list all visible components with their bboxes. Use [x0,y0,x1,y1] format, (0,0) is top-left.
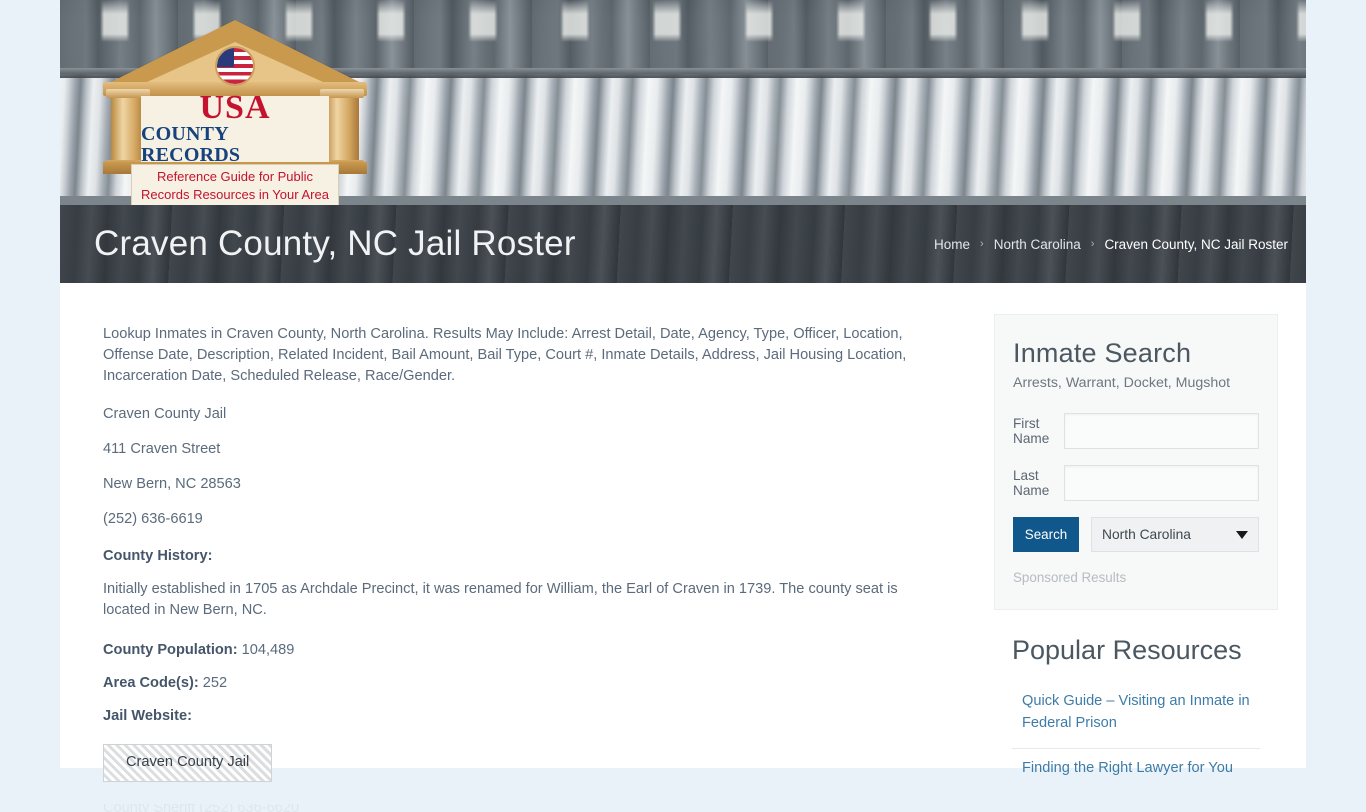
logo-column-left [106,89,150,168]
last-name-label: Last Name [1013,468,1050,498]
county-history-label: County History: [103,546,936,567]
first-name-input[interactable] [1064,413,1259,449]
logo-tagline-line1: Reference Guide for Public [156,169,314,185]
logo-title-usa: USA [199,88,271,126]
page-title-bar: Craven County, NC Jail Roster Home › Nor… [60,205,1306,283]
search-button[interactable]: Search [1013,517,1079,552]
list-item[interactable]: Quick Guide – Visiting an Inmate in Fede… [1012,682,1260,749]
search-action-row: Search North Carolina [1013,517,1259,552]
county-history-label-text: County History: [103,548,213,564]
sidebar: Inmate Search Arrests, Warrant, Docket, … [980,283,1306,776]
logo-column-right [320,89,364,168]
logo-nameplate: USA COUNTY RECORDS [141,90,329,166]
jail-website-button[interactable]: Craven County Jail [103,744,273,782]
cut-off-next-row: County Sheriff (252) 636-6620 [103,804,300,812]
inmate-search-widget: Inmate Search Arrests, Warrant, Docket, … [994,314,1278,610]
first-name-row: First Name [1013,413,1259,449]
facility-street-address: 411 Craven Street [103,441,221,457]
breadcrumb-home-link[interactable]: Home [934,237,970,252]
logo-title-county-records: COUNTY RECORDS [141,123,241,167]
last-name-input[interactable] [1064,465,1259,501]
jail-website-label: Jail Website: [103,706,936,727]
area-code-label: Area Code(s): [103,675,199,691]
breadcrumb-separator-icon: › [980,238,984,250]
site-header-banner: USA COUNTY RECORDS Reference Guide for P… [60,0,1306,205]
main-column: Lookup Inmates in Craven County, North C… [60,283,980,812]
facility-name: Craven County Jail [103,406,227,422]
resource-link-visiting-guide[interactable]: Quick Guide – Visiting an Inmate in Fede… [1022,690,1260,734]
area-code-row: Area Code(s): 252 [103,673,936,694]
inmate-search-subtitle: Arrests, Warrant, Docket, Mugshot [1013,375,1231,391]
county-history-text: Initially established in 1705 as Archdal… [103,581,898,618]
first-name-label: First Name [1013,416,1050,446]
sponsored-results-note: Sponsored Results [1013,570,1127,585]
page-container: USA COUNTY RECORDS Reference Guide for P… [60,0,1306,812]
us-flag-icon [215,46,255,86]
county-population-row: County Population: 104,489 [103,640,936,661]
state-select-value: North Carolina [1102,527,1191,542]
county-population-value: 104,489 [241,642,295,658]
inmate-search-title: Inmate Search [1013,338,1192,368]
last-name-row: Last Name [1013,465,1259,501]
popular-resources-title: Popular Resources [1012,635,1242,665]
logo-tagline: Reference Guide for Public Records Resou… [131,164,339,205]
county-population-label: County Population: [103,642,238,658]
logo-tagline-line2: Records Resources in Your Area [141,187,329,202]
list-item[interactable]: Finding the Right Lawyer for You [1012,749,1260,793]
intro-paragraph: Lookup Inmates in Craven County, North C… [103,326,907,384]
state-select[interactable]: North Carolina [1091,517,1259,552]
facility-phone: (252) 636-6619 [103,511,203,527]
chevron-down-icon [1236,530,1248,539]
content-area: Lookup Inmates in Craven County, North C… [60,283,1306,812]
page-title: Craven County, NC Jail Roster [94,224,576,263]
breadcrumb: Home › North Carolina › Craven County, N… [934,237,1288,252]
jail-website-label-text: Jail Website: [103,708,192,724]
facility-city-state-zip: New Bern, NC 28563 [103,476,241,492]
popular-resources-widget: Popular Resources Quick Guide – Visiting… [994,634,1278,793]
breadcrumb-separator-icon: › [1090,238,1095,250]
breadcrumb-state-link[interactable]: North Carolina [994,237,1081,252]
breadcrumb-current-page: Craven County, NC Jail Roster [1104,236,1288,252]
area-code-value: 252 [202,675,228,691]
resource-link-finding-lawyer[interactable]: Finding the Right Lawyer for You [1022,757,1260,779]
site-logo[interactable]: USA COUNTY RECORDS Reference Guide for P… [103,20,367,205]
